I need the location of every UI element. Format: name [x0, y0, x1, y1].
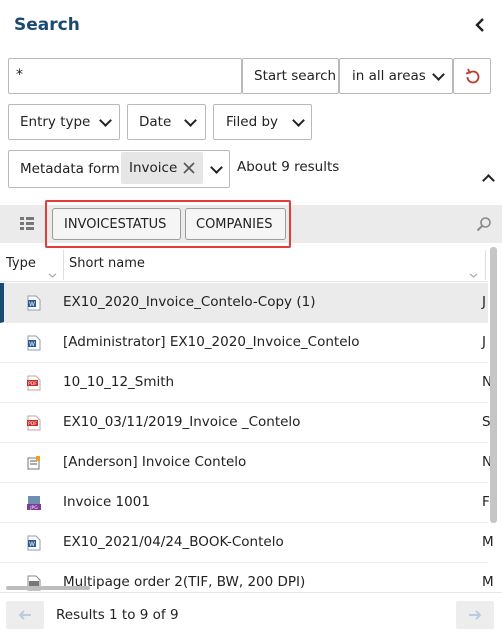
- list-item-trailing-text: J: [482, 294, 486, 310]
- arrow-right-icon: [469, 610, 482, 620]
- column-type[interactable]: Type: [6, 256, 36, 271]
- result-count: About 9 results: [237, 159, 340, 175]
- filed-by-label: Filed by: [226, 114, 279, 130]
- folder-doc-icon: [27, 455, 41, 471]
- sort-icon[interactable]: [469, 273, 478, 278]
- pager-footer: Results 1 to 9 of 9: [0, 592, 502, 639]
- list-item[interactable]: PDF EX10_03/11/2019_Invoice _Contelo S: [0, 403, 491, 443]
- svg-text:W: W: [29, 541, 35, 548]
- list-item[interactable]: PDF 10_10_12_Smith N: [0, 363, 492, 403]
- pdf-icon: PDF: [27, 415, 41, 431]
- list-item-name: EX10_2021/04/24_BOOK-Contelo: [63, 534, 284, 550]
- arrow-left-icon: [18, 610, 31, 620]
- column-chooser-icon[interactable]: [19, 216, 35, 232]
- list-item[interactable]: [Anderson] Invoice Contelo N: [0, 443, 492, 483]
- word-doc-icon: W: [27, 535, 41, 551]
- chevron-left-icon[interactable]: [474, 16, 490, 36]
- list-item[interactable]: W EX10_2020_Invoice_Contelo-Copy (1) J: [0, 283, 488, 323]
- metadata-form-label: Metadata form: [20, 161, 120, 177]
- chevron-down-icon: [292, 114, 305, 127]
- date-filter[interactable]: Date: [127, 104, 206, 140]
- search-icon[interactable]: [476, 216, 492, 232]
- column-divider[interactable]: [485, 250, 486, 280]
- vertical-scrollbar[interactable]: [490, 247, 497, 523]
- filed-by-filter[interactable]: Filed by: [213, 104, 312, 140]
- chevron-down-icon: [99, 114, 112, 127]
- entry-type-label: Entry type: [20, 114, 91, 130]
- invoice-chip-label: Invoice: [129, 160, 178, 176]
- close-icon[interactable]: [183, 162, 195, 174]
- area-select[interactable]: in all areas: [339, 58, 453, 94]
- column-divider[interactable]: [63, 250, 64, 280]
- search-input[interactable]: *: [8, 58, 242, 94]
- list-item-trailing-text: J: [482, 334, 486, 350]
- search-input-value: *: [16, 67, 23, 83]
- svg-text:W: W: [29, 301, 35, 308]
- table-header: Type Short name: [0, 247, 488, 282]
- search-panel-header: Search: [0, 0, 502, 50]
- chevron-up-icon[interactable]: [482, 174, 495, 187]
- date-label: Date: [139, 114, 172, 130]
- reset-icon: [465, 68, 480, 84]
- previous-page-button[interactable]: [6, 601, 44, 629]
- chevron-down-icon: [432, 68, 445, 81]
- list-item[interactable]: W [Administrator] EX10_2020_Invoice_Conte…: [0, 323, 488, 363]
- list-item-name: Invoice 1001: [63, 494, 150, 510]
- entry-type-filter[interactable]: Entry type: [8, 104, 120, 140]
- list-item[interactable]: W EX10_2021/04/24_BOOK-Contelo M: [0, 523, 494, 563]
- list-item-name: Multipage order 2(TIF, BW, 200 DPI): [63, 574, 306, 590]
- list-item-trailing-text: M: [482, 534, 494, 550]
- list-item-name: EX10_03/11/2019_Invoice _Contelo: [63, 414, 301, 430]
- chevron-down-icon: [184, 114, 197, 127]
- list-item-name: [Administrator] EX10_2020_Invoice_Contel…: [63, 334, 360, 350]
- next-page-button[interactable]: [456, 601, 494, 629]
- svg-text:PDF: PDF: [28, 421, 37, 427]
- svg-text:W: W: [29, 341, 35, 348]
- list-item-name: [Anderson] Invoice Contelo: [63, 454, 247, 470]
- chevron-down-icon: [210, 161, 223, 174]
- results-range: Results 1 to 9 of 9: [56, 607, 179, 623]
- start-search-button[interactable]: Start search: [242, 58, 339, 94]
- list-item-name: 10_10_12_Smith: [63, 374, 175, 390]
- list-item-name: EX10_2020_Invoice_Contelo-Copy (1): [63, 294, 316, 310]
- list-item-trailing-text: F: [482, 494, 490, 510]
- invoice-chip: Invoice: [121, 152, 203, 184]
- svg-text:PDF: PDF: [28, 381, 37, 387]
- column-short-name[interactable]: Short name: [69, 256, 145, 271]
- area-select-value: in all areas: [352, 68, 426, 84]
- svg-text:JPG: JPG: [29, 505, 38, 511]
- jpg-icon: JPG: [27, 495, 41, 511]
- list-item[interactable]: JPG Invoice 1001 F: [0, 483, 490, 523]
- word-doc-icon: W: [27, 335, 41, 351]
- sort-icon[interactable]: [48, 273, 57, 278]
- start-search-label: Start search: [254, 68, 337, 84]
- horizontal-scrollbar[interactable]: [6, 586, 90, 590]
- pdf-icon: PDF: [27, 375, 41, 391]
- word-doc-icon: W: [27, 295, 41, 311]
- list-item-trailing-text: M: [482, 574, 494, 590]
- reset-button[interactable]: [453, 58, 491, 94]
- facet-highlight-box: [45, 200, 291, 248]
- panel-title: Search: [14, 15, 80, 35]
